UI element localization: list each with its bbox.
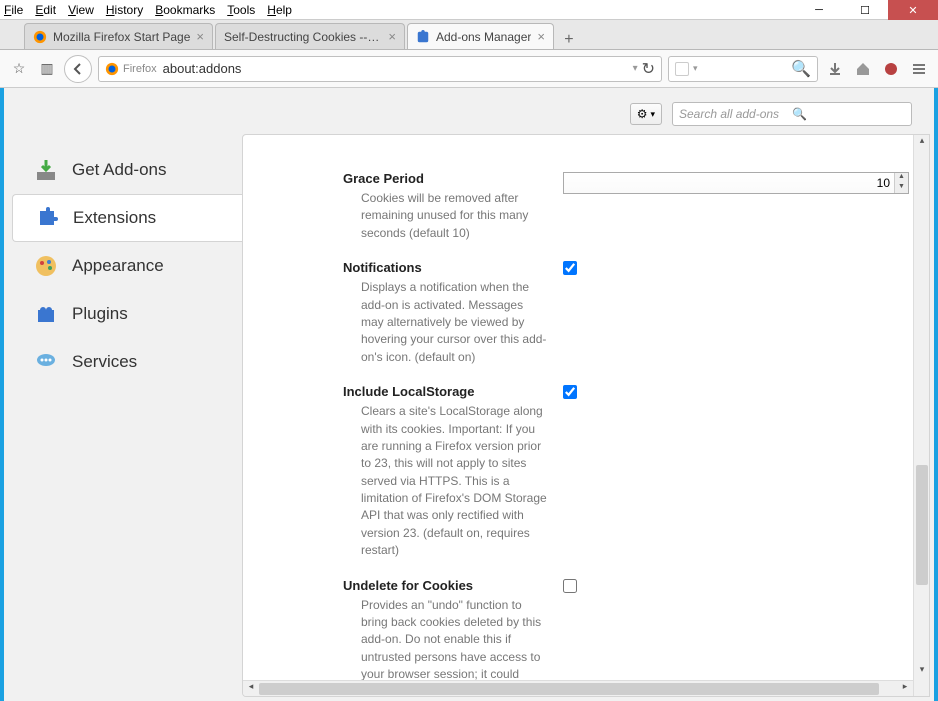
- new-tab-button[interactable]: +: [556, 31, 582, 49]
- url-text: about:addons: [163, 61, 629, 76]
- menubar: File Edit View History Bookmarks Tools H…: [0, 0, 938, 20]
- tab-close-icon[interactable]: ×: [388, 29, 396, 44]
- sidebar-item-label: Plugins: [72, 304, 128, 324]
- dropdown-icon[interactable]: ▾: [693, 63, 698, 74]
- menu-file[interactable]: File: [4, 3, 23, 17]
- spinner-down-icon[interactable]: ▼: [894, 183, 908, 193]
- downloads-icon[interactable]: [824, 58, 846, 80]
- category-sidebar: Get Add-ons Extensions Appearance: [4, 134, 242, 697]
- sidebar-icon[interactable]: ▥: [36, 58, 58, 80]
- back-button[interactable]: [64, 55, 92, 83]
- sidebar-item-label: Get Add-ons: [72, 160, 167, 180]
- option-description: Clears a site's LocalStorage along with …: [343, 403, 549, 560]
- scroll-up-icon[interactable]: ▴: [914, 135, 930, 151]
- cloud-chat-icon: [34, 350, 58, 374]
- download-box-icon: [34, 158, 58, 182]
- option-title: Notifications: [343, 260, 549, 275]
- option-undelete-cookies: Undelete for Cookies Provides an "undo" …: [343, 578, 909, 696]
- option-notifications: Notifications Displays a notification wh…: [343, 260, 909, 366]
- scroll-right-icon[interactable]: ▸: [897, 681, 913, 697]
- option-title: Include LocalStorage: [343, 384, 549, 399]
- menu-help[interactable]: Help: [267, 3, 292, 17]
- option-title: Grace Period: [343, 171, 549, 186]
- addon-search-input[interactable]: Search all add-ons 🔍: [672, 102, 912, 126]
- tab-self-destructing-cookies[interactable]: Self-Destructing Cookies -- Sur... ×: [215, 23, 405, 49]
- menu-tools[interactable]: Tools: [227, 3, 255, 17]
- window-maximize-button[interactable]: ☐: [842, 0, 888, 20]
- scroll-down-icon[interactable]: ▾: [914, 664, 930, 680]
- gear-icon: ⚙: [637, 107, 648, 121]
- option-grace-period: Grace Period Cookies will be removed aft…: [343, 171, 909, 242]
- notifications-checkbox[interactable]: [563, 261, 577, 275]
- menu-icon[interactable]: [908, 58, 930, 80]
- search-icon[interactable]: 🔍: [792, 107, 905, 121]
- search-bar[interactable]: ▾ 🔍: [668, 56, 818, 82]
- reload-icon[interactable]: ↻: [642, 59, 655, 79]
- scrollbar-thumb[interactable]: [259, 683, 879, 695]
- sidebar-item-appearance[interactable]: Appearance: [4, 242, 242, 290]
- palette-icon: [34, 254, 58, 278]
- option-title: Undelete for Cookies: [343, 578, 549, 593]
- sidebar-item-label: Extensions: [73, 208, 156, 228]
- search-placeholder: Search all add-ons: [679, 107, 792, 121]
- search-engine-icon: [675, 62, 689, 76]
- lego-icon: [34, 302, 58, 326]
- tab-label: Self-Destructing Cookies -- Sur...: [224, 30, 382, 44]
- navigation-toolbar: ☆ ▥ Firefox about:addons ▾ ↻ ▾ 🔍: [0, 50, 938, 88]
- menu-history[interactable]: History: [106, 3, 143, 17]
- dropdown-icon[interactable]: ▾: [633, 63, 638, 74]
- dropdown-icon: ▾: [650, 109, 655, 120]
- tab-close-icon[interactable]: ×: [537, 29, 545, 44]
- tab-addons-manager[interactable]: Add-ons Manager ×: [407, 23, 554, 49]
- menu-bookmarks[interactable]: Bookmarks: [155, 3, 215, 17]
- sidebar-item-plugins[interactable]: Plugins: [4, 290, 242, 338]
- option-description: Cookies will be removed after remaining …: [343, 190, 549, 242]
- undelete-cookies-checkbox[interactable]: [563, 579, 577, 593]
- tab-strip: Mozilla Firefox Start Page × Self-Destru…: [0, 20, 938, 50]
- url-bar[interactable]: Firefox about:addons ▾ ↻: [98, 56, 662, 82]
- tab-close-icon[interactable]: ×: [196, 29, 204, 44]
- spinner-up-icon[interactable]: ▲: [894, 173, 908, 183]
- tab-label: Add-ons Manager: [436, 30, 531, 44]
- puzzle-icon: [416, 30, 430, 44]
- vertical-scrollbar[interactable]: ▴ ▾: [913, 135, 929, 696]
- addon-badge-icon[interactable]: [880, 58, 902, 80]
- puzzle-icon: [35, 206, 59, 230]
- window-close-button[interactable]: ✕: [888, 0, 938, 20]
- window-minimize-button[interactable]: ─: [796, 0, 842, 20]
- scrollbar-thumb[interactable]: [916, 465, 928, 585]
- option-description: Displays a notification when the add-on …: [343, 279, 549, 366]
- menu-view[interactable]: View: [68, 3, 94, 17]
- menu-edit[interactable]: Edit: [35, 3, 56, 17]
- firefox-identity-icon: [105, 62, 119, 76]
- option-include-localstorage: Include LocalStorage Clears a site's Loc…: [343, 384, 909, 560]
- scroll-left-icon[interactable]: ◂: [243, 681, 259, 697]
- tab-label: Mozilla Firefox Start Page: [53, 30, 190, 44]
- sidebar-item-services[interactable]: Services: [4, 338, 242, 386]
- sidebar-item-label: Services: [72, 352, 137, 372]
- tools-gear-button[interactable]: ⚙ ▾: [630, 103, 662, 125]
- addons-manager-content: ⚙ ▾ Search all add-ons 🔍 Get Add-ons: [4, 88, 934, 701]
- search-icon[interactable]: 🔍: [791, 59, 811, 79]
- grace-period-input[interactable]: [563, 172, 909, 194]
- sidebar-item-get-addons[interactable]: Get Add-ons: [4, 146, 242, 194]
- sidebar-item-extensions[interactable]: Extensions: [12, 194, 242, 242]
- identity-label: Firefox: [123, 63, 157, 75]
- bookmark-star-icon[interactable]: ☆: [8, 58, 30, 80]
- sidebar-item-label: Appearance: [72, 256, 164, 276]
- horizontal-scrollbar[interactable]: ◂ ▸: [243, 680, 913, 696]
- include-localstorage-checkbox[interactable]: [563, 385, 577, 399]
- addon-detail-panel: ▴ ▾ Grace Period Cookies will be removed…: [242, 134, 930, 697]
- firefox-icon: [33, 30, 47, 44]
- tab-firefox-start[interactable]: Mozilla Firefox Start Page ×: [24, 23, 213, 49]
- home-icon[interactable]: [852, 58, 874, 80]
